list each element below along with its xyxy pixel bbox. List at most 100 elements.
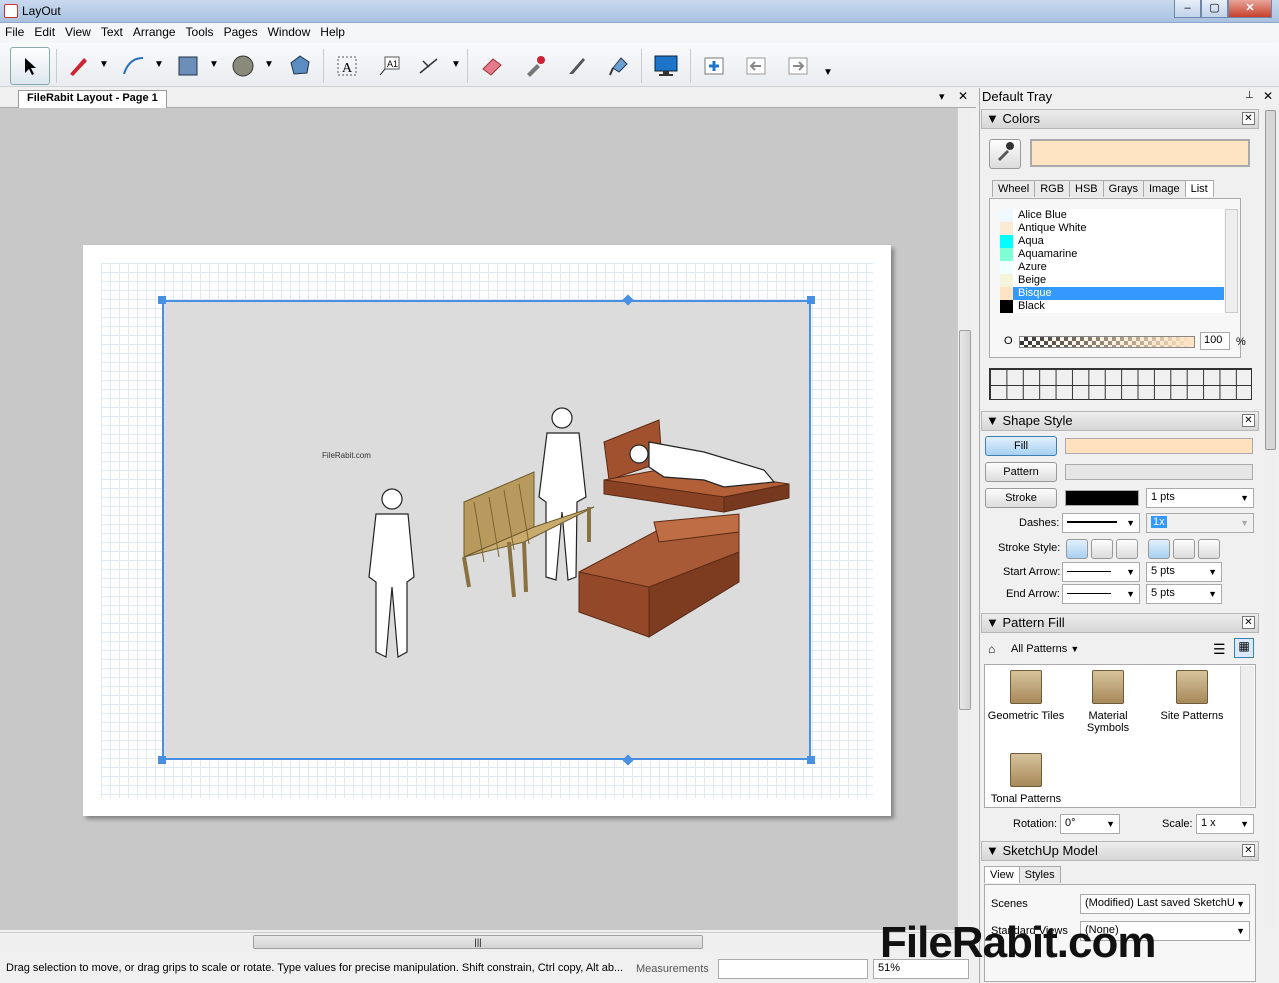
join-tool-button[interactable] <box>599 47 639 85</box>
opacity-slider[interactable] <box>1019 336 1195 348</box>
pattern-folder-tonal-patterns[interactable]: Tonal Patterns <box>986 749 1066 805</box>
resize-grip-top-right[interactable] <box>807 296 815 304</box>
document-tab[interactable]: FileRabit Layout - Page 1 <box>18 90 167 108</box>
join-bevel-button[interactable] <box>1198 539 1220 559</box>
minimize-button[interactable]: ‒ <box>1174 0 1201 18</box>
tray-scroll-thumb[interactable] <box>1265 110 1276 450</box>
color-list-item[interactable]: Aqua <box>1000 235 1224 248</box>
pattern-fill-close-button[interactable]: ✕ <box>1242 616 1255 629</box>
pencil-dropdown[interactable]: ▼ <box>98 55 110 75</box>
circle-dropdown[interactable]: ▼ <box>263 55 275 75</box>
sketchup-viewport[interactable]: FileRabit.com <box>162 300 811 760</box>
cap-square-button[interactable] <box>1116 539 1138 559</box>
menu-text[interactable]: Text <box>96 23 128 41</box>
polygon-tool-button[interactable] <box>280 47 320 85</box>
tab-wheel[interactable]: Wheel <box>992 180 1036 197</box>
color-list-item[interactable]: Alice Blue <box>1000 209 1224 222</box>
pattern-folder-material-symbols[interactable]: Material Symbols <box>1068 666 1148 734</box>
rectangle-dropdown[interactable]: ▼ <box>208 55 220 75</box>
start-arrow-select[interactable]: ▼ <box>1062 562 1140 582</box>
pattern-toggle-button[interactable]: Pattern <box>985 462 1057 482</box>
toolbar-overflow-dropdown[interactable]: ▼ <box>822 63 834 83</box>
measurements-input[interactable] <box>718 959 868 979</box>
end-arrow-size-select[interactable]: 5 pts ▼ <box>1146 584 1222 604</box>
scale-select[interactable]: 1 x ▼ <box>1196 814 1254 834</box>
stroke-color-swatch[interactable] <box>1065 490 1139 506</box>
home-icon[interactable]: ⌂ <box>988 642 995 656</box>
opacity-input[interactable]: 100 <box>1200 332 1230 350</box>
label-tool-button[interactable]: A1 <box>369 47 409 85</box>
arc-dropdown[interactable]: ▼ <box>153 55 165 75</box>
select-tool-button[interactable] <box>10 47 50 85</box>
cap-round-button[interactable] <box>1091 539 1113 559</box>
dimension-tool-button[interactable] <box>409 47 449 85</box>
rotation-select[interactable]: 0° ▼ <box>1060 814 1120 834</box>
menu-pages[interactable]: Pages <box>219 23 263 41</box>
dimension-dropdown[interactable]: ▼ <box>450 55 462 75</box>
pencil-tool-button[interactable] <box>58 47 98 85</box>
menu-view[interactable]: View <box>60 23 96 41</box>
previous-page-button[interactable] <box>736 47 776 85</box>
list-view-icon[interactable]: ☰ <box>1213 641 1226 658</box>
fill-color-swatch[interactable] <box>1065 438 1253 454</box>
resize-grip-bottom-right[interactable] <box>807 756 815 764</box>
menu-arrange[interactable]: Arrange <box>128 23 181 41</box>
pattern-collection-select[interactable]: All Patterns ▼ <box>1011 643 1079 655</box>
dash-scale-select[interactable]: 1x ▼ <box>1146 513 1254 533</box>
tab-hsb[interactable]: HSB <box>1069 180 1104 197</box>
add-page-button[interactable] <box>694 47 734 85</box>
custom-color-swatches[interactable] <box>989 368 1252 400</box>
pin-icon[interactable]: ⊥ <box>1245 90 1254 101</box>
menu-edit[interactable]: Edit <box>29 23 60 41</box>
sketchup-model-panel-header[interactable]: ▼ SketchUp Model ✕ <box>981 841 1259 861</box>
menu-tools[interactable]: Tools <box>181 23 219 41</box>
color-list-item[interactable]: Antique White <box>1000 222 1224 235</box>
horizontal-scroll-thumb[interactable]: ||| <box>253 935 703 949</box>
resize-grip-top-left[interactable] <box>158 296 166 304</box>
tab-rgb[interactable]: RGB <box>1034 180 1071 197</box>
rectangle-tool-button[interactable] <box>168 47 208 85</box>
text-tool-button[interactable]: A <box>327 47 367 85</box>
circle-tool-button[interactable] <box>223 47 263 85</box>
color-list-scrollbar[interactable] <box>1225 209 1238 313</box>
style-sampler-button[interactable] <box>515 47 555 85</box>
eraser-tool-button[interactable] <box>472 47 512 85</box>
pattern-grid-scrollbar[interactable] <box>1240 666 1254 806</box>
color-eyedropper-button[interactable] <box>989 139 1021 169</box>
start-presentation-button[interactable] <box>646 47 686 85</box>
scenes-select[interactable]: (Modified) Last saved SketchU ▼ <box>1080 894 1250 914</box>
fill-toggle-button[interactable]: Fill <box>985 436 1057 456</box>
pattern-folder-geometric-tiles[interactable]: Geometric Tiles <box>986 666 1066 722</box>
stroke-toggle-button[interactable]: Stroke <box>985 488 1057 508</box>
maximize-button[interactable]: ▢ <box>1201 0 1228 18</box>
stroke-width-select[interactable]: 1 pts ▼ <box>1146 488 1254 508</box>
end-arrow-select[interactable]: ▼ <box>1062 584 1140 604</box>
colors-panel-header[interactable]: ▼ Colors ✕ <box>981 109 1259 129</box>
sketchup-model-close-button[interactable]: ✕ <box>1242 844 1255 857</box>
menu-help[interactable]: Help <box>315 23 350 41</box>
dashes-select[interactable]: ▼ <box>1062 513 1140 533</box>
cap-flat-button[interactable] <box>1066 539 1088 559</box>
current-color-swatch[interactable] <box>1030 139 1250 167</box>
tab-grays[interactable]: Grays <box>1102 180 1144 197</box>
shape-style-close-button[interactable]: ✕ <box>1242 414 1255 427</box>
close-window-button[interactable]: ✕ <box>1228 0 1272 18</box>
shape-style-panel-header[interactable]: ▼ Shape Style ✕ <box>981 411 1259 431</box>
color-list-item[interactable]: Bisque <box>1000 287 1224 300</box>
tab-image[interactable]: Image <box>1143 180 1186 197</box>
resize-grip-bottom-left[interactable] <box>158 756 166 764</box>
next-page-button[interactable] <box>778 47 818 85</box>
grid-view-icon[interactable]: ▦ <box>1234 638 1254 658</box>
color-list-item[interactable]: Aquamarine <box>1000 248 1224 261</box>
tray-close-button[interactable]: ✕ <box>1263 89 1273 103</box>
split-tool-button[interactable] <box>557 47 597 85</box>
color-list-item[interactable]: Beige <box>1000 274 1224 287</box>
pane-close-button[interactable]: ✕ <box>958 89 968 103</box>
vertical-scroll-thumb[interactable] <box>959 330 971 710</box>
menu-window[interactable]: Window <box>263 23 316 41</box>
color-list-item[interactable]: Azure <box>1000 261 1224 274</box>
menu-file[interactable]: File <box>0 23 29 41</box>
pattern-swatch[interactable] <box>1065 464 1253 480</box>
tab-styles[interactable]: Styles <box>1018 866 1061 883</box>
start-arrow-size-select[interactable]: 5 pts ▼ <box>1146 562 1222 582</box>
